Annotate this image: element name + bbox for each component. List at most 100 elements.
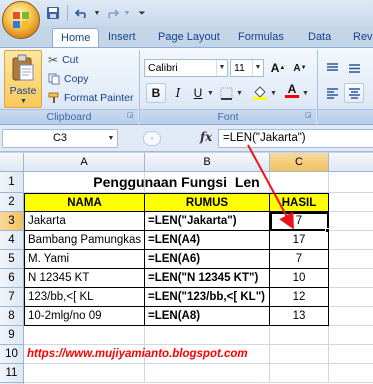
cell-d4[interactable] <box>329 231 373 250</box>
insert-function-icon[interactable]: fx <box>200 130 212 144</box>
cell-d7[interactable] <box>329 288 373 307</box>
redo-dropdown-icon[interactable]: ▼ <box>123 4 131 22</box>
row-header-7[interactable]: 7 <box>0 288 24 307</box>
fill-color-button[interactable] <box>250 82 270 102</box>
customize-qat-icon[interactable]: ⏷ <box>133 4 151 22</box>
row-header-1[interactable]: 1 <box>0 172 24 193</box>
font-color-button[interactable]: A <box>282 81 302 101</box>
save-icon[interactable] <box>44 4 62 22</box>
cell-d8[interactable] <box>329 307 373 326</box>
cell-a4[interactable]: Bambang Pamungkas <box>24 231 145 250</box>
copy-button[interactable]: Copy <box>48 71 89 87</box>
tab-home[interactable]: Home <box>52 28 100 47</box>
column-header-b[interactable]: B <box>145 153 270 172</box>
tab-review[interactable]: Revi <box>345 28 373 47</box>
url-text[interactable]: https://www.mujiyamianto.blogspot.com <box>27 345 248 364</box>
cell-c4[interactable]: 17 <box>270 231 329 250</box>
cut-button[interactable]: ✂ Cut <box>48 52 78 68</box>
name-box-dropdown-icon[interactable]: ▼ <box>105 130 117 147</box>
formula-input[interactable]: =LEN("Jakarta") <box>218 129 373 148</box>
header-rumus[interactable]: RUMUS <box>145 193 270 212</box>
format-painter-button[interactable]: Format Painter <box>48 90 133 106</box>
cell-b5[interactable]: =LEN(A6) <box>145 250 270 269</box>
tab-page-layout[interactable]: Page Layout <box>150 28 228 47</box>
header-hasil[interactable]: HASIL <box>270 193 329 212</box>
column-header-d[interactable] <box>329 153 373 172</box>
cell-d9[interactable] <box>329 326 373 345</box>
worksheet-grid[interactable]: A B C 1 2 3 4 5 6 7 8 9 10 11 12 Penggun… <box>0 153 373 384</box>
cell-d3[interactable] <box>329 212 373 231</box>
cell-b9[interactable] <box>145 326 270 345</box>
cell-c6[interactable]: 10 <box>270 269 329 288</box>
cell-b4[interactable]: =LEN(A4) <box>145 231 270 250</box>
borders-dropdown-icon[interactable]: ▼ <box>236 90 243 97</box>
shrink-font-button[interactable]: A ▼ <box>290 58 310 78</box>
font-size-combo[interactable]: 11 ▼ <box>230 59 264 77</box>
paste-button[interactable]: Paste ▼ <box>4 50 42 108</box>
font-size-dropdown-icon[interactable]: ▼ <box>252 60 263 76</box>
bold-button[interactable]: B <box>146 83 166 103</box>
cell-d2[interactable] <box>329 193 373 212</box>
row-header-8[interactable]: 8 <box>0 307 24 326</box>
row-header-10[interactable]: 10 <box>0 345 24 364</box>
undo-dropdown-icon[interactable]: ▼ <box>93 4 101 22</box>
cell-b7[interactable]: =LEN("123/bb,<[ KL") <box>145 288 270 307</box>
cell-a8[interactable]: 10-2mlg/no 09 <box>24 307 145 326</box>
font-name-combo[interactable]: Calibri ▼ <box>144 59 228 77</box>
cell-a7[interactable]: 123/bb,<[ KL <box>24 288 145 307</box>
align-middle-button[interactable] <box>344 58 364 78</box>
cell-b3[interactable]: =LEN("Jakarta") <box>145 212 270 231</box>
name-box[interactable]: C3 ▼ <box>2 129 118 148</box>
cell-c8[interactable]: 13 <box>270 307 329 326</box>
cell-c9[interactable] <box>270 326 329 345</box>
cell-c3[interactable]: 7 <box>270 212 329 231</box>
cell-c10[interactable] <box>270 345 329 364</box>
cell-d5[interactable] <box>329 250 373 269</box>
redo-icon[interactable] <box>103 4 121 22</box>
cell-c11[interactable] <box>270 364 329 383</box>
row-header-3[interactable]: 3 <box>0 212 24 231</box>
tab-insert[interactable]: Insert <box>100 28 144 47</box>
cell-d6[interactable] <box>329 269 373 288</box>
clipboard-launcher-icon[interactable]: ◲ <box>127 112 135 120</box>
formula-bar-resize-handle[interactable]: ◦ <box>143 131 161 146</box>
font-name-dropdown-icon[interactable]: ▼ <box>216 60 227 76</box>
cell-a5[interactable]: M. Yami <box>24 250 145 269</box>
underline-button[interactable]: U <box>188 83 208 103</box>
font-launcher-icon[interactable]: ◲ <box>305 112 313 120</box>
grow-font-button[interactable]: A ▲ <box>268 58 288 78</box>
row-header-4[interactable]: 4 <box>0 231 24 250</box>
underline-dropdown-icon[interactable]: ▼ <box>207 90 214 97</box>
align-top-button[interactable] <box>322 58 342 78</box>
cell-a3[interactable]: Jakarta <box>24 212 145 231</box>
row-header-11[interactable]: 11 <box>0 364 24 383</box>
cell-d11[interactable] <box>329 364 373 383</box>
cell-b8[interactable]: =LEN(A8) <box>145 307 270 326</box>
cell-a6[interactable]: N 12345 KT <box>24 269 145 288</box>
borders-button[interactable] <box>216 83 236 103</box>
cell-d10[interactable] <box>329 345 373 364</box>
cell-b6[interactable]: =LEN("N 12345 KT") <box>145 269 270 288</box>
undo-icon[interactable] <box>73 4 91 22</box>
cell-d1[interactable] <box>329 172 373 193</box>
cell-c5[interactable]: 7 <box>270 250 329 269</box>
row-header-5[interactable]: 5 <box>0 250 24 269</box>
align-center-button[interactable] <box>344 83 364 103</box>
italic-button[interactable]: I <box>168 83 188 103</box>
align-left-button[interactable] <box>322 83 342 103</box>
tab-formulas[interactable]: Formulas <box>230 28 292 47</box>
row-header-9[interactable]: 9 <box>0 326 24 345</box>
select-all-corner[interactable] <box>0 153 24 172</box>
header-nama[interactable]: NAMA <box>24 193 145 212</box>
fill-color-dropdown-icon[interactable]: ▼ <box>270 90 277 97</box>
cell-a9[interactable] <box>24 326 145 345</box>
row-header-2[interactable]: 2 <box>0 193 24 212</box>
row-header-6[interactable]: 6 <box>0 269 24 288</box>
tab-data[interactable]: Data <box>300 28 339 47</box>
column-header-a[interactable]: A <box>24 153 145 172</box>
office-button[interactable] <box>2 1 40 39</box>
cell-a11[interactable] <box>24 364 145 383</box>
column-header-c[interactable]: C <box>270 153 329 172</box>
cell-b11[interactable] <box>145 364 270 383</box>
cell-c7[interactable]: 12 <box>270 288 329 307</box>
